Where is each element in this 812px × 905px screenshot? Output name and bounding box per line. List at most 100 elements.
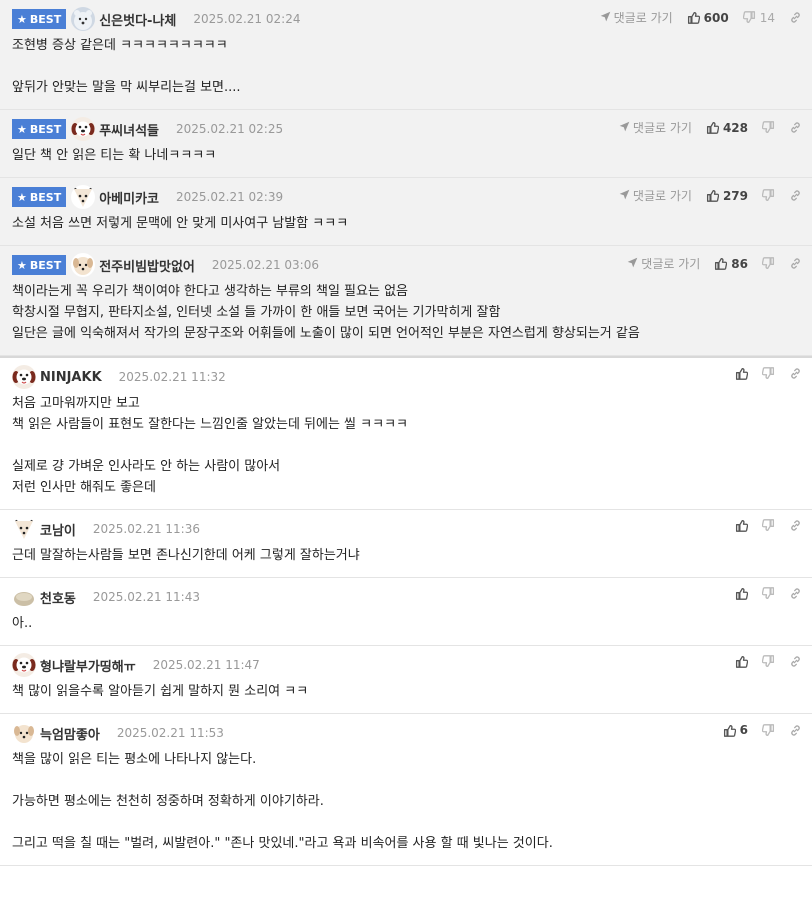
go-to-reply-link[interactable]: 댓글로 가기: [619, 119, 692, 136]
dislike-button[interactable]: 14: [742, 10, 775, 25]
comment-actions: [721, 367, 802, 380]
thumbs-up-icon: [706, 121, 719, 134]
like-button[interactable]: 428: [706, 121, 748, 135]
dislike-count: 14: [759, 10, 775, 25]
dislike-button[interactable]: [762, 121, 775, 134]
comment-body: 아..: [12, 613, 812, 634]
copy-link-button[interactable]: [789, 519, 802, 532]
like-button[interactable]: 600: [687, 11, 729, 25]
copy-link-button[interactable]: [789, 655, 802, 668]
thumbs-up-icon: [735, 519, 748, 532]
go-to-reply-link[interactable]: 댓글로 가기: [600, 9, 673, 26]
star-icon: ★: [17, 12, 27, 26]
comment-line: 그리고 떡을 칠 때는 "벌려, 씨발련아." "존나 맛있네."라고 욕과 비…: [12, 836, 553, 851]
copy-link-button[interactable]: [789, 724, 802, 737]
comment: 코남이 2025.02.21 11:36 근데 말잘하는사람들 보면 존나신기한데 …: [0, 510, 812, 578]
copy-link-button[interactable]: [789, 367, 802, 380]
go-to-reply-link[interactable]: 댓글로 가기: [619, 187, 692, 204]
dislike-button[interactable]: [762, 723, 775, 737]
like-button[interactable]: [735, 655, 748, 668]
dog-face-avatar[interactable]: [71, 117, 96, 141]
timestamp: 2025.02.21 02:24: [193, 12, 301, 26]
fox-face-avatar[interactable]: [71, 185, 96, 209]
copy-link-button[interactable]: [789, 257, 802, 270]
comment-actions: 댓글로 가기 86: [627, 255, 802, 272]
like-button[interactable]: 86: [714, 257, 748, 271]
thumbs-up-icon: [706, 189, 719, 202]
best-badge: ★ BEST: [12, 9, 67, 29]
comment-line: 앞뒤가 안맞는 말을 막 씨부리는걸 보면....: [12, 80, 241, 95]
like-button[interactable]: 6: [723, 723, 748, 737]
copy-link-button[interactable]: [789, 121, 802, 134]
dog-face-avatar[interactable]: [12, 365, 36, 389]
nickname[interactable]: 푸씨녀석들: [99, 120, 159, 139]
nickname[interactable]: NINJAKK: [40, 370, 102, 385]
dislike-button[interactable]: [762, 655, 775, 668]
nickname[interactable]: 코남이: [40, 520, 76, 539]
comment-actions: 댓글로 가기 428: [619, 119, 802, 136]
nickname[interactable]: 아베미카코: [99, 188, 159, 207]
link-icon: [789, 121, 802, 134]
nickname[interactable]: 형냐랄부가띵해ㅠ: [40, 656, 136, 675]
timestamp: 2025.02.21 02:39: [176, 190, 284, 204]
puppy-avatar[interactable]: [12, 721, 36, 745]
nickname[interactable]: 전주비빔밥맛없어: [99, 256, 195, 275]
like-button[interactable]: [735, 367, 748, 380]
link-icon: [789, 724, 802, 737]
comment-actions: 댓글로 가기 600 14: [600, 9, 802, 26]
thumbs-up-icon: [735, 587, 748, 600]
thumbs-down-icon: [762, 655, 775, 668]
best-label: BEST: [29, 12, 62, 26]
timestamp: 2025.02.21 03:06: [211, 258, 319, 272]
send-arrow-icon: [619, 121, 633, 135]
dislike-button[interactable]: [762, 257, 775, 270]
comment-line: 실제로 걍 가벼운 인사라도 안 하는 사람이 많아서: [12, 459, 281, 474]
link-icon: [789, 367, 802, 380]
thumbs-up-icon: [735, 655, 748, 668]
link-icon: [789, 519, 802, 532]
comment-body: 책 많이 읽을수록 알아듣기 쉽게 말하지 뭔 소리여 ㅋㅋ: [12, 681, 812, 702]
bread-avatar[interactable]: [12, 585, 36, 609]
send-arrow-icon: [600, 11, 614, 25]
go-to-reply-link[interactable]: 댓글로 가기: [627, 255, 700, 272]
like-button[interactable]: [735, 519, 748, 532]
fox-face-avatar[interactable]: [12, 517, 36, 541]
comment-list: ★ BEST 신은벗다-나체 2025.02.21 02:24 댓글로 가기 600 14 조…: [0, 0, 812, 866]
comment-line: 책이라는게 꼭 우리가 책이여야 한다고 생각하는 부류의 책일 필요는 없음: [12, 284, 408, 299]
comment-body: 소설 처음 쓰면 저렇게 문맥에 안 맞게 미사여구 남발함 ㅋㅋㅋ: [12, 213, 812, 234]
dislike-button[interactable]: [762, 519, 775, 532]
best-label: BEST: [29, 258, 62, 272]
comment-line: [12, 812, 812, 833]
go-to-reply-label: 댓글로 가기: [641, 257, 701, 271]
comment-header: 천호동 2025.02.21 11:43: [12, 585, 812, 609]
nickname[interactable]: 신은벗다-나체: [99, 10, 176, 29]
timestamp: 2025.02.21 11:36: [92, 522, 200, 536]
comment-line: 일단은 글에 익숙해져서 작가의 문장구조와 어휘들에 노출이 많이 되면 언어…: [12, 326, 640, 341]
nickname[interactable]: 늑엄맘좋아: [40, 724, 100, 743]
copy-link-button[interactable]: [789, 189, 802, 202]
copy-link-button[interactable]: [789, 587, 802, 600]
like-button[interactable]: [735, 587, 748, 600]
white-bear-avatar[interactable]: [71, 7, 96, 31]
comment-actions: 6: [709, 723, 802, 737]
comment-body: 책이라는게 꼭 우리가 책이여야 한다고 생각하는 부류의 책일 필요는 없음 학…: [12, 281, 812, 344]
send-arrow-icon: [627, 257, 641, 271]
like-button[interactable]: 279: [706, 189, 748, 203]
thumbs-down-icon: [762, 367, 775, 380]
go-to-reply-label: 댓글로 가기: [632, 189, 692, 203]
timestamp: 2025.02.21 11:43: [92, 590, 200, 604]
dislike-button[interactable]: [762, 189, 775, 202]
comment: 형냐랄부가띵해ㅠ 2025.02.21 11:47 책 많이 읽을수록 알아듣기 쉽…: [0, 646, 812, 714]
thumbs-up-icon: [735, 367, 748, 380]
timestamp: 2025.02.21 02:25: [176, 122, 284, 136]
dislike-button[interactable]: [762, 367, 775, 380]
best-label: BEST: [29, 190, 62, 204]
comment-line: 저런 인사만 해줘도 좋은데: [12, 480, 156, 495]
dislike-button[interactable]: [762, 587, 775, 600]
copy-link-button[interactable]: [789, 11, 802, 24]
comment-actions: [721, 655, 802, 668]
puppy-avatar[interactable]: [71, 253, 96, 277]
nickname[interactable]: 천호동: [40, 588, 76, 607]
dog-face-avatar[interactable]: [12, 653, 36, 677]
comment-line: [12, 770, 812, 791]
